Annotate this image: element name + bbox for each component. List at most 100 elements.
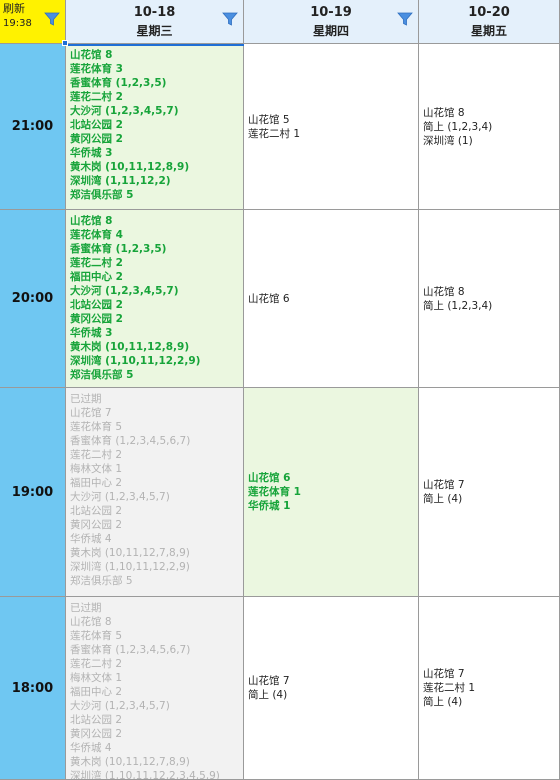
venue-entry[interactable]: 黄冈公园 2 [70, 518, 239, 532]
time-slot-label: 20:00 [0, 210, 66, 388]
slot-cell[interactable]: 山花馆 8 简上 (1,2,3,4) 深圳湾 (1) [419, 44, 560, 210]
venue-entry[interactable]: 黄木岗 (10,11,12,7,8,9) [70, 546, 239, 560]
venue-entry[interactable]: 莲花二村 2 [70, 256, 239, 270]
venue-entry[interactable]: 山花馆 8 [70, 48, 239, 62]
slot-cell[interactable]: 山花馆 7 简上 (4) [419, 388, 560, 597]
venue-entry[interactable]: 已过期 [70, 601, 239, 615]
slot-entry-list: 山花馆 8 简上 (1,2,3,4) [423, 285, 492, 313]
venue-entry[interactable]: 山花馆 6 [248, 471, 301, 485]
refresh-button[interactable]: 刷新 19:38 [0, 0, 66, 44]
venue-entry[interactable]: 简上 (1,2,3,4) [423, 120, 492, 134]
venue-entry[interactable]: 深圳湾 (1,11,12,2) [70, 174, 239, 188]
venue-entry[interactable]: 黄冈公园 2 [70, 132, 239, 146]
venue-entry[interactable]: 莲花体育 4 [70, 228, 239, 242]
venue-entry[interactable]: 北站公园 2 [70, 298, 239, 312]
venue-entry[interactable]: 莲花二村 1 [248, 127, 300, 141]
venue-entry[interactable]: 华侨城 1 [248, 499, 301, 513]
slot-cell[interactable]: 山花馆 7 莲花二村 1 简上 (4) [419, 597, 560, 780]
venue-entry[interactable]: 简上 (4) [423, 695, 475, 709]
venue-entry[interactable]: 福田中心 2 [70, 270, 239, 284]
venue-entry[interactable]: 香蜜体育 (1,2,3,4,5,6,7) [70, 643, 239, 657]
time-text: 20:00 [11, 291, 54, 306]
slot-entry-list: 已过期 山花馆 8 莲花体育 5 香蜜体育 (1,2,3,4,5,6,7) 莲花二村 2… [70, 601, 239, 779]
venue-entry[interactable]: 深圳湾 (1) [423, 134, 492, 148]
venue-entry[interactable]: 大沙河 (1,2,3,4,5,7) [70, 699, 239, 713]
venue-entry[interactable]: 香蜜体育 (1,2,3,5) [70, 242, 239, 256]
venue-entry[interactable]: 黄木岗 (10,11,12,7,8,9) [70, 755, 239, 769]
slot-cell[interactable]: 山花馆 8 莲花体育 4 香蜜体育 (1,2,3,5) 莲花二村 2 福田中心 2 大沙河… [66, 210, 244, 388]
venue-entry[interactable]: 山花馆 6 [248, 292, 290, 306]
slot-cell[interactable]: 山花馆 6 莲花体育 1 华侨城 1 [244, 388, 419, 597]
venue-entry[interactable]: 山花馆 7 [70, 406, 239, 420]
venue-entry[interactable]: 郑洁俱乐部 5 [70, 188, 239, 202]
venue-entry[interactable]: 大沙河 (1,2,3,4,5,7) [70, 490, 239, 504]
venue-entry[interactable]: 香蜜体育 (1,2,3,5) [70, 76, 239, 90]
venue-entry[interactable]: 北站公园 2 [70, 118, 239, 132]
column-filter-icon[interactable] [222, 11, 238, 27]
slot-entry-list: 已过期 山花馆 7 莲花体育 5 香蜜体育 (1,2,3,4,5,6,7) 莲花二村 2… [70, 392, 239, 588]
venue-entry[interactable]: 山花馆 8 [423, 106, 492, 120]
venue-entry[interactable]: 华侨城 4 [70, 532, 239, 546]
venue-entry[interactable]: 福田中心 2 [70, 685, 239, 699]
venue-entry[interactable]: 大沙河 (1,2,3,4,5,7) [70, 104, 239, 118]
venue-entry[interactable]: 山花馆 8 [70, 615, 239, 629]
venue-entry[interactable]: 简上 (4) [248, 688, 290, 702]
venue-entry[interactable]: 郑洁俱乐部 5 [70, 368, 239, 382]
venue-entry[interactable]: 莲花二村 2 [70, 90, 239, 104]
slot-cell[interactable]: 已过期 山花馆 7 莲花体育 5 香蜜体育 (1,2,3,4,5,6,7) 莲花二村 2… [66, 388, 244, 597]
venue-entry[interactable]: 山花馆 7 [248, 674, 290, 688]
venue-entry[interactable]: 已过期 [70, 392, 239, 406]
slot-cell[interactable]: 山花馆 7 简上 (4) [244, 597, 419, 780]
venue-entry[interactable]: 莲花二村 1 [423, 681, 475, 695]
venue-entry[interactable]: 黄木岗 (10,11,12,8,9) [70, 160, 239, 174]
venue-entry[interactable]: 山花馆 7 [423, 667, 475, 681]
venue-entry[interactable]: 简上 (4) [423, 492, 465, 506]
venue-entry[interactable]: 山花馆 5 [248, 113, 300, 127]
venue-entry[interactable]: 香蜜体育 (1,2,3,4,5,6,7) [70, 434, 239, 448]
venue-entry[interactable]: 福田中心 2 [70, 476, 239, 490]
column-weekday: 星期四 [312, 23, 349, 38]
schedule-grid: 刷新 19:38 10-18 星期三 10-19 星期四 10-20 星期五 2… [0, 0, 560, 780]
venue-entry[interactable]: 华侨城 3 [70, 326, 239, 340]
venue-entry[interactable]: 莲花体育 5 [70, 420, 239, 434]
slot-cell[interactable]: 山花馆 8 简上 (1,2,3,4) [419, 210, 560, 388]
column-filter-icon[interactable] [397, 11, 413, 27]
venue-entry[interactable]: 北站公园 2 [70, 504, 239, 518]
venue-entry[interactable]: 黄冈公园 2 [70, 312, 239, 326]
venue-entry[interactable]: 梅林文体 1 [70, 671, 239, 685]
venue-entry[interactable]: 莲花二村 2 [70, 448, 239, 462]
venue-entry[interactable]: 大沙河 (1,2,3,4,5,7) [70, 284, 239, 298]
slot-cell[interactable]: 山花馆 5 莲花二村 1 [244, 44, 419, 210]
slot-entry-list: 山花馆 8 莲花体育 3 香蜜体育 (1,2,3,5) 莲花二村 2 大沙河 (1,2,… [70, 48, 239, 202]
venue-entry[interactable]: 华侨城 3 [70, 146, 239, 160]
venue-entry[interactable]: 郑洁俱乐部 5 [70, 574, 239, 588]
slot-cell[interactable]: 山花馆 8 莲花体育 3 香蜜体育 (1,2,3,5) 莲花二村 2 大沙河 (1,2,… [66, 44, 244, 210]
slot-cell[interactable]: 已过期 山花馆 8 莲花体育 5 香蜜体育 (1,2,3,4,5,6,7) 莲花二村 2… [66, 597, 244, 780]
venue-entry[interactable]: 北站公园 2 [70, 713, 239, 727]
time-text: 18:00 [11, 680, 54, 696]
column-header-day-1: 10-18 星期三 [66, 0, 244, 44]
venue-entry[interactable]: 莲花二村 2 [70, 657, 239, 671]
slot-cell[interactable]: 山花馆 6 [244, 210, 419, 388]
venue-entry[interactable]: 深圳湾 (1,10,11,12,2,9) [70, 354, 239, 368]
time-filter-icon[interactable] [44, 11, 60, 27]
venue-entry[interactable]: 山花馆 8 [70, 214, 239, 228]
venue-entry[interactable]: 深圳湾 (1,10,11,12,2,3,4,5,9) [70, 769, 239, 779]
venue-entry[interactable]: 莲花体育 5 [70, 629, 239, 643]
venue-entry[interactable]: 黄木岗 (10,11,12,8,9) [70, 340, 239, 354]
venue-entry[interactable]: 莲花体育 1 [248, 485, 301, 499]
slot-entry-list: 山花馆 7 简上 (4) [423, 478, 465, 506]
slot-entry-list: 山花馆 7 简上 (4) [248, 674, 290, 702]
time-slot-label: 19:00 [0, 388, 66, 597]
venue-entry[interactable]: 山花馆 7 [423, 478, 465, 492]
venue-entry[interactable]: 黄冈公园 2 [70, 727, 239, 741]
selection-handle[interactable] [62, 40, 68, 46]
venue-entry[interactable]: 深圳湾 (1,10,11,12,2,9) [70, 560, 239, 574]
venue-entry[interactable]: 简上 (1,2,3,4) [423, 299, 492, 313]
slot-entry-list: 山花馆 8 莲花体育 4 香蜜体育 (1,2,3,5) 莲花二村 2 福田中心 2 大沙河… [70, 214, 239, 382]
column-date: 10-18 [133, 4, 176, 20]
venue-entry[interactable]: 莲花体育 3 [70, 62, 239, 76]
venue-entry[interactable]: 华侨城 4 [70, 741, 239, 755]
venue-entry[interactable]: 梅林文体 1 [70, 462, 239, 476]
venue-entry[interactable]: 山花馆 8 [423, 285, 492, 299]
